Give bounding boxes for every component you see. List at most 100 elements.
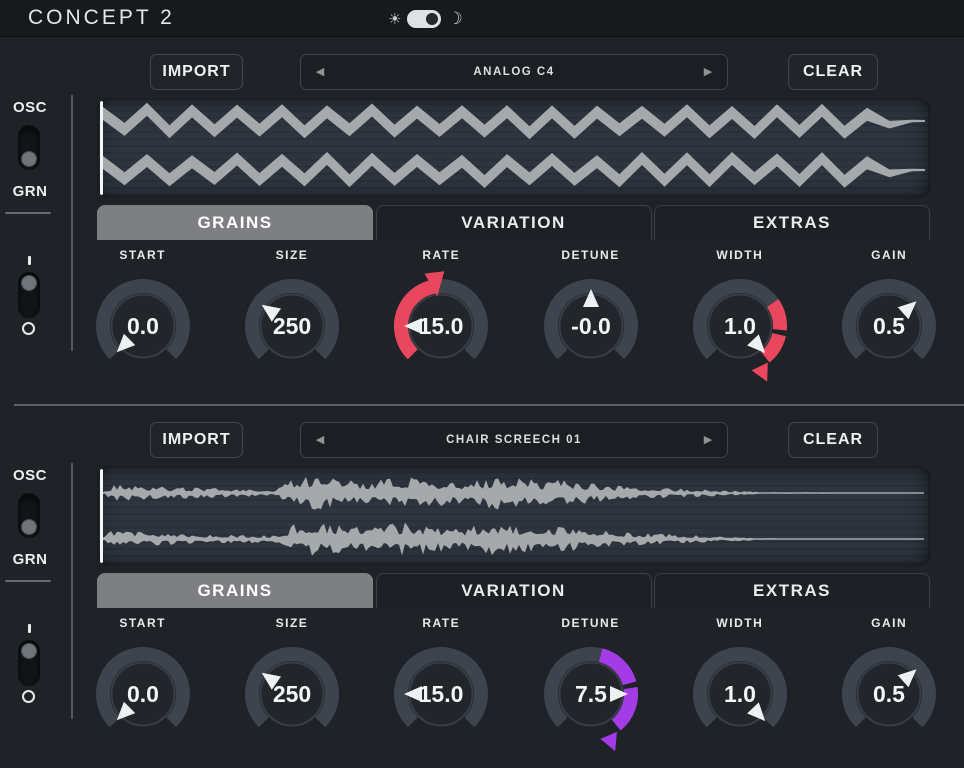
moon-icon: ☽	[447, 9, 462, 29]
theme-toggle[interactable]	[407, 10, 441, 28]
sample-name: ANALOG C4	[301, 66, 727, 78]
knob-value: 0.5	[873, 313, 905, 339]
theme-toggle-thumb	[426, 13, 438, 25]
tab-row: GRAINS VARIATION EXTRAS	[97, 205, 930, 240]
knob-width[interactable]: WIDTH 1.0	[665, 248, 814, 388]
knob-label: DETUNE	[561, 248, 619, 262]
clear-button[interactable]: CLEAR	[788, 54, 878, 90]
osc-label: OSC	[8, 467, 52, 484]
theme-switcher: ☀ ☽	[388, 0, 463, 37]
oscillator-section-1: IMPORT ◀ ANALOG C4 ▶ CLEAR OSC GRN GRAIN…	[0, 37, 964, 405]
power-off-icon	[22, 690, 35, 703]
plugin-window: CONCEPT 2 ☀ ☽ IMPORT ◀ ANALOG C4 ▶ CLEAR…	[0, 0, 964, 768]
tab-row: GRAINS VARIATION EXTRAS	[97, 573, 930, 608]
knob-label: SIZE	[276, 616, 309, 630]
knob-control[interactable]: -0.0	[529, 264, 653, 388]
tab-extras[interactable]: EXTRAS	[654, 573, 930, 608]
knob-control[interactable]: 0.5	[827, 264, 951, 388]
mode-sidebar: OSC GRN	[8, 37, 52, 367]
knob-value: 0.0	[127, 681, 159, 707]
knob-gain[interactable]: GAIN 0.5	[814, 616, 963, 756]
playhead	[100, 101, 103, 195]
knob-value: 250	[273, 681, 311, 707]
tab-grains[interactable]: GRAINS	[97, 573, 373, 608]
knob-label: RATE	[422, 248, 460, 262]
knob-detune[interactable]: DETUNE 7.5	[516, 616, 665, 756]
grn-label: GRN	[8, 183, 52, 200]
power-on-icon	[28, 624, 31, 633]
power-off-icon	[22, 322, 35, 335]
osc-grn-toggle[interactable]	[18, 493, 40, 538]
next-sample-icon[interactable]: ▶	[693, 423, 723, 456]
sample-selector[interactable]: ◀ CHAIR SCREECH 01 ▶	[300, 422, 728, 458]
knob-label: GAIN	[871, 248, 907, 262]
knob-row: START 0.0 SIZE 250 RATE 15.0 DETUNE 7.5 WIDTH 1.0…	[68, 616, 964, 756]
toggle-thumb	[21, 151, 37, 167]
knob-control[interactable]: 0.5	[827, 632, 951, 756]
oscillator-section-2: IMPORT ◀ CHAIR SCREECH 01 ▶ CLEAR OSC GR…	[0, 405, 964, 768]
knob-control[interactable]: 250	[230, 264, 354, 388]
knob-label: START	[119, 616, 166, 630]
tab-variation[interactable]: VARIATION	[376, 205, 652, 240]
knob-value: 0.5	[873, 681, 905, 707]
knob-rate[interactable]: RATE 15.0	[367, 616, 516, 756]
power-toggle[interactable]	[18, 272, 40, 318]
knob-value: 1.0	[724, 313, 756, 339]
knob-control[interactable]: 1.0	[678, 264, 802, 388]
knob-label: WIDTH	[716, 616, 763, 630]
tab-grains[interactable]: GRAINS	[97, 205, 373, 240]
knob-value: -0.0	[571, 313, 611, 339]
knob-width[interactable]: WIDTH 1.0	[665, 616, 814, 756]
toggle-thumb	[21, 519, 37, 535]
sample-selector[interactable]: ◀ ANALOG C4 ▶	[300, 54, 728, 90]
knob-control[interactable]: 250	[230, 632, 354, 756]
toggle-thumb	[21, 643, 37, 659]
app-logo: CONCEPT 2	[28, 6, 175, 30]
knob-detune[interactable]: DETUNE -0.0	[516, 248, 665, 388]
grn-label: GRN	[8, 551, 52, 568]
knob-size[interactable]: SIZE 250	[217, 616, 366, 756]
knob-control[interactable]: 1.0	[678, 632, 802, 756]
knob-label: START	[119, 248, 166, 262]
knob-value: 15.0	[419, 681, 464, 707]
import-button[interactable]: IMPORT	[150, 422, 243, 458]
waveform-display[interactable]	[97, 98, 930, 198]
sample-name: CHAIR SCREECH 01	[301, 434, 727, 446]
knob-size[interactable]: SIZE250	[217, 248, 366, 388]
playhead	[100, 469, 103, 563]
power-on-icon	[28, 256, 31, 265]
tab-extras[interactable]: EXTRAS	[654, 205, 930, 240]
knob-control[interactable]: 15.0	[379, 632, 503, 756]
waveform-display[interactable]	[97, 466, 930, 566]
knob-start[interactable]: START 0.0	[68, 616, 217, 756]
title-bar: CONCEPT 2 ☀ ☽	[0, 0, 964, 37]
tab-variation[interactable]: VARIATION	[376, 573, 652, 608]
toggle-thumb	[21, 275, 37, 291]
knob-label: GAIN	[871, 616, 907, 630]
osc-grn-toggle[interactable]	[18, 125, 40, 170]
knob-control[interactable]: 0.0	[81, 632, 205, 756]
clear-button[interactable]: CLEAR	[788, 422, 878, 458]
knob-gain[interactable]: GAIN 0.5	[814, 248, 963, 388]
knob-start[interactable]: START 0.0	[68, 248, 217, 388]
knob-control[interactable]: 7.5	[529, 632, 653, 756]
knob-control[interactable]: 15.0	[379, 264, 503, 388]
power-toggle[interactable]	[18, 640, 40, 686]
knob-label: WIDTH	[716, 248, 763, 262]
knob-value: 1.0	[724, 681, 756, 707]
sidebar-divider	[5, 212, 51, 214]
knob-value: 0.0	[127, 313, 159, 339]
knob-value: 15.0	[419, 313, 464, 339]
knob-rate[interactable]: RATE 15.0	[367, 248, 516, 388]
knob-label: DETUNE	[561, 616, 619, 630]
knob-value: 7.5	[575, 681, 607, 707]
import-button[interactable]: IMPORT	[150, 54, 243, 90]
sun-icon: ☀	[388, 10, 401, 28]
osc-label: OSC	[8, 99, 52, 116]
knob-label: RATE	[422, 616, 460, 630]
knob-row: START 0.0 SIZE250 RATE 15.0 DETUNE -0.0 WIDTH 1.…	[68, 248, 964, 388]
knob-value: 250	[273, 313, 311, 339]
next-sample-icon[interactable]: ▶	[693, 55, 723, 88]
sidebar-divider	[5, 580, 51, 582]
knob-control[interactable]: 0.0	[81, 264, 205, 388]
